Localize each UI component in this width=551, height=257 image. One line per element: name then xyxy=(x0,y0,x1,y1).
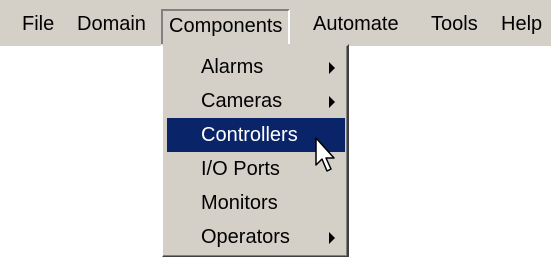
chevron-right-icon xyxy=(329,232,335,244)
menu-file[interactable]: File xyxy=(16,9,60,39)
menu-domain[interactable]: Domain xyxy=(71,9,152,39)
menu-bar: File Domain Components Automate Tools He… xyxy=(0,0,551,46)
menu-item-label: Controllers xyxy=(201,124,298,146)
menu-automate[interactable]: Automate xyxy=(307,9,405,39)
menu-item-label: Monitors xyxy=(201,192,278,214)
menu-item-operators[interactable]: Operators xyxy=(167,220,345,254)
menu-item-label: I/O Ports xyxy=(201,158,280,180)
menu-help[interactable]: Help xyxy=(495,9,548,39)
menu-item-label: Alarms xyxy=(201,56,264,78)
menu-item-monitors[interactable]: Monitors xyxy=(167,186,345,220)
mouse-pointer-icon xyxy=(315,137,335,172)
menu-item-cameras[interactable]: Cameras xyxy=(167,84,345,118)
application-window: File Domain Components Automate Tools He… xyxy=(0,0,551,257)
menu-item-alarms[interactable]: Alarms xyxy=(167,50,345,84)
chevron-right-icon xyxy=(329,62,335,74)
menu-tools[interactable]: Tools xyxy=(425,9,484,39)
menu-components[interactable]: Components xyxy=(161,9,291,46)
menu-item-label: Operators xyxy=(201,226,290,248)
chevron-right-icon xyxy=(329,96,335,108)
menu-item-label: Cameras xyxy=(201,90,283,112)
